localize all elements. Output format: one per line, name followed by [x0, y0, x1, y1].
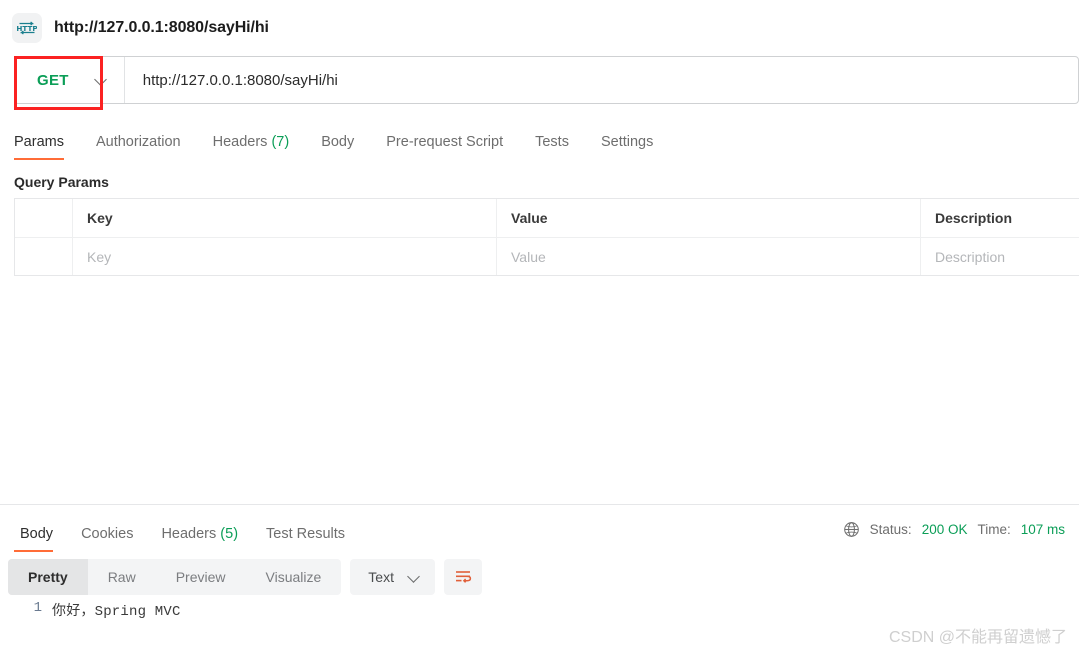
time-label: Time: — [977, 521, 1011, 537]
response-tab-headers-count: (5) — [220, 526, 239, 542]
status-value: 200 OK — [921, 521, 968, 537]
tab-params[interactable]: Params — [14, 134, 80, 160]
column-header-key: Key — [73, 199, 497, 237]
response-tab-test-results[interactable]: Test Results — [252, 526, 359, 552]
tab-pre-request-script[interactable]: Pre-request Script — [370, 134, 519, 160]
tab-headers[interactable]: Headers (7) — [197, 134, 306, 160]
response-format-value: Text — [368, 569, 394, 585]
response-tab-cookies-label: Cookies — [81, 526, 134, 542]
http-method-selector[interactable]: GET — [15, 57, 125, 103]
watermark: CSDN @不能再留遗憾了 — [888, 629, 1067, 646]
time-value: 107 ms — [1020, 521, 1065, 537]
response-tab-test-results-label: Test Results — [266, 526, 346, 542]
query-params-title: Query Params — [14, 174, 109, 190]
tab-body-label: Body — [321, 134, 355, 150]
word-wrap-button[interactable] — [443, 559, 482, 595]
tab-body[interactable]: Body — [305, 134, 370, 160]
globe-icon — [843, 521, 860, 538]
url-input[interactable]: http://127.0.0.1:8080/sayHi/hi — [125, 57, 1078, 103]
chevron-down-icon — [408, 571, 421, 584]
query-params-table: Key Value Description Key Value Descript… — [14, 198, 1079, 276]
tab-params-label: Params — [14, 134, 64, 150]
response-body-toolbar: Pretty Raw Preview Visualize Text — [8, 559, 1079, 595]
param-description-input[interactable]: Description — [921, 238, 1079, 275]
response-tab-headers[interactable]: Headers (5) — [147, 526, 252, 552]
header-checkbox-cell — [15, 199, 73, 237]
response-tab-headers-label: Headers — [161, 526, 217, 542]
title-bar: HTTP http://127.0.0.1:8080/sayHi/hi — [0, 0, 1079, 56]
line-number: 1 — [33, 600, 42, 616]
tab-headers-label: Headers — [212, 134, 268, 150]
response-tab-body-label: Body — [20, 526, 54, 542]
param-value-input[interactable]: Value — [497, 238, 921, 275]
tab-authorization-label: Authorization — [95, 134, 181, 150]
request-tabs: Params Authorization Headers (7) Body Pr… — [0, 116, 1079, 160]
http-method-label: GET — [37, 71, 69, 89]
http-icon: HTTP — [12, 13, 42, 43]
tab-tests-label: Tests — [535, 134, 569, 150]
row-checkbox-cell[interactable] — [15, 238, 73, 275]
word-wrap-icon — [455, 571, 472, 583]
column-header-description: Description — [935, 210, 1013, 226]
param-key-input[interactable]: Key — [73, 238, 497, 275]
request-url-row: GET http://127.0.0.1:8080/sayHi/hi — [0, 56, 1079, 110]
tab-pre-request-script-label: Pre-request Script — [386, 134, 504, 150]
response-tab-body[interactable]: Body — [6, 526, 67, 552]
tab-headers-count: (7) — [271, 134, 290, 150]
response-status-bar: Status: 200 OK Time: 107 ms — [843, 521, 1079, 538]
response-body-content[interactable]: 1 你好，Spring MVC — [0, 600, 1079, 620]
response-body-line: 你好，Spring MVC — [52, 604, 181, 620]
response-tabs: Body Cookies Headers (5) Test Results — [6, 506, 359, 552]
response-header: Body Cookies Headers (5) Test Results St… — [0, 505, 1079, 553]
tab-settings[interactable]: Settings — [585, 134, 669, 160]
response-format-dropdown[interactable]: Text — [350, 559, 435, 595]
table-row[interactable]: Key Value Description — [15, 237, 1079, 275]
view-visualize-button[interactable]: Visualize — [246, 559, 342, 595]
tab-settings-label: Settings — [600, 134, 654, 150]
view-raw-button[interactable]: Raw — [88, 559, 156, 595]
view-pretty-button[interactable]: Pretty — [8, 559, 88, 595]
column-header-value: Value — [497, 199, 921, 237]
title-bar-url: http://127.0.0.1:8080/sayHi/hi — [54, 19, 269, 36]
view-preview-button[interactable]: Preview — [156, 559, 246, 595]
tab-tests[interactable]: Tests — [519, 134, 585, 160]
chevron-down-icon — [95, 74, 108, 87]
response-view-segmented-control: Pretty Raw Preview Visualize — [8, 559, 342, 595]
status-label: Status: — [869, 521, 912, 537]
tab-authorization[interactable]: Authorization — [80, 134, 197, 160]
svg-text:HTTP: HTTP — [17, 24, 37, 33]
table-header-row: Key Value Description — [15, 199, 1079, 237]
response-tab-cookies[interactable]: Cookies — [67, 526, 147, 552]
